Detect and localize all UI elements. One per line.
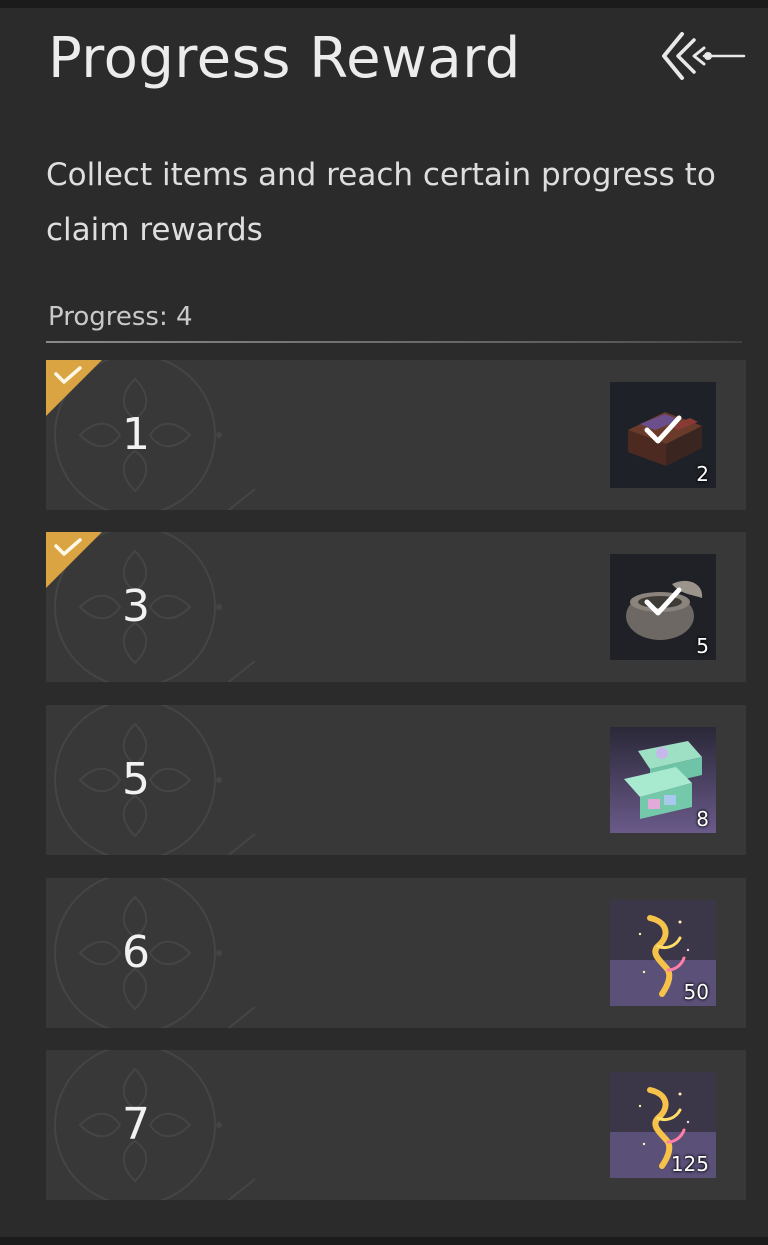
milestone-threshold: 1 [122, 409, 150, 460]
back-arrow-icon [662, 32, 746, 80]
reward-quantity: 2 [696, 462, 709, 486]
milestone-row: 6 50 [46, 878, 746, 1028]
claimed-corner-badge [46, 360, 102, 416]
progress-reward-panel: Progress Reward Collect items and reach … [0, 8, 768, 1237]
reward-quantity: 50 [683, 980, 709, 1004]
reward-item[interactable]: 50 [610, 900, 716, 1006]
claimed-corner-badge [46, 532, 102, 588]
divider [46, 341, 742, 343]
milestone-threshold: 5 [122, 754, 150, 805]
reward-quantity: 8 [696, 807, 709, 831]
milestone-threshold: 6 [122, 927, 150, 978]
back-button[interactable] [658, 26, 750, 88]
reward-item[interactable]: 5 [610, 554, 716, 660]
progress-counter: Progress: 4 [48, 302, 193, 332]
claimed-check-icon [644, 587, 682, 616]
reward-quantity: 125 [670, 1152, 709, 1176]
reward-item[interactable]: 2 [610, 382, 716, 488]
milestone-threshold: 7 [122, 1099, 150, 1150]
reward-quantity: 5 [696, 634, 709, 658]
page-title: Progress Reward [48, 26, 521, 91]
description-text: Collect items and reach certain progress… [46, 157, 716, 248]
claimed-check-icon [644, 415, 682, 444]
milestone-threshold: 3 [122, 581, 150, 632]
milestone-row: 5 8 [46, 705, 746, 855]
reward-item[interactable]: 8 [610, 727, 716, 833]
reward-item[interactable]: 125 [610, 1072, 716, 1178]
milestone-row: 1 2 [46, 360, 746, 510]
milestone-row: 7 125 [46, 1050, 746, 1200]
milestone-row: 3 5 [46, 532, 746, 682]
